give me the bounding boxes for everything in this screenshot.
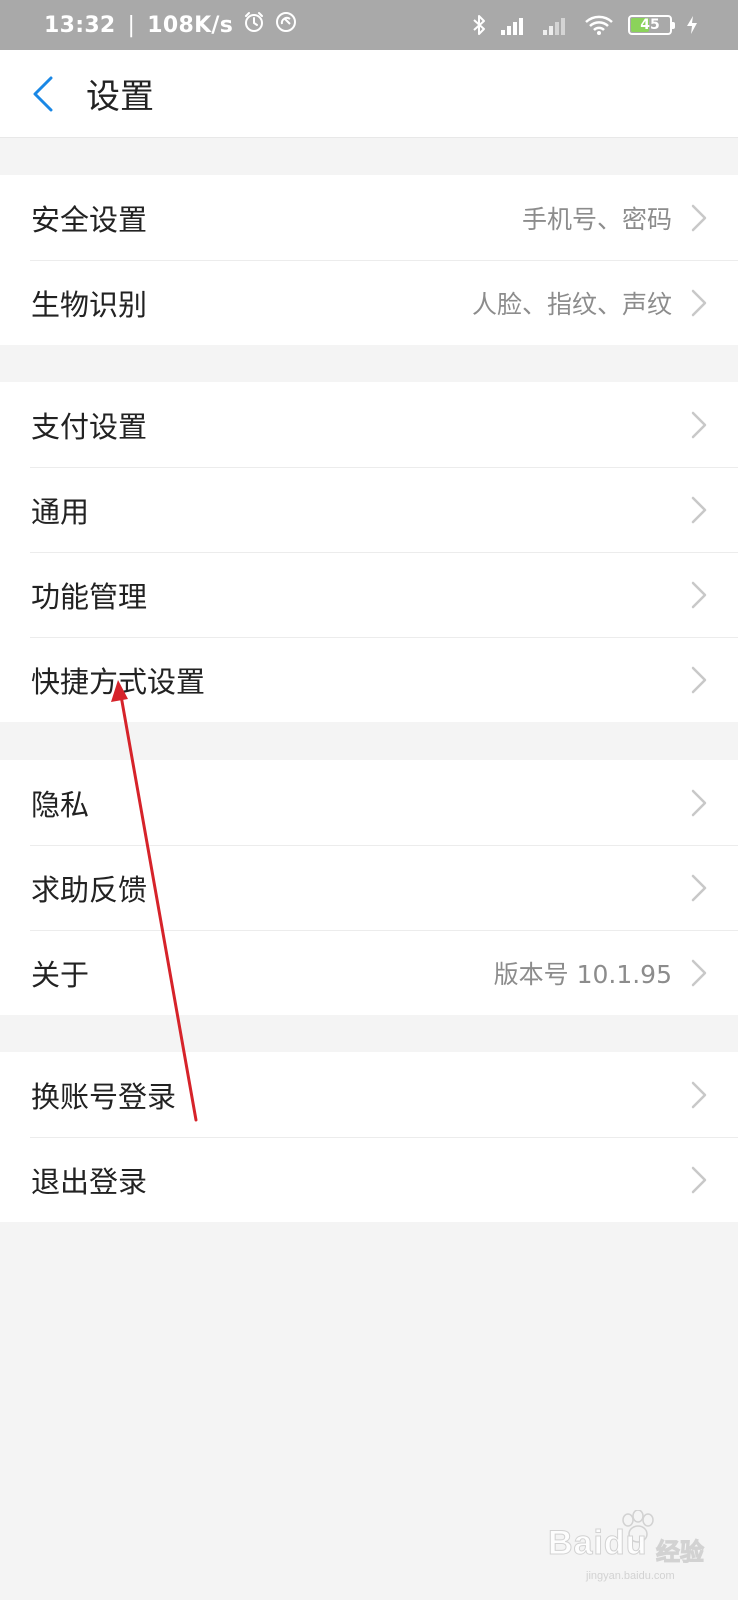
- status-left: 13:32 | 108K/s: [44, 11, 297, 39]
- back-button[interactable]: [8, 50, 78, 138]
- settings-row-biometrics[interactable]: 生物识别 人脸、指纹、声纹: [0, 260, 738, 345]
- row-label: 关于: [31, 957, 90, 992]
- row-label: 退出登录: [31, 1164, 148, 1199]
- chevron-left-icon: [33, 76, 53, 111]
- wifi-icon: [584, 14, 614, 36]
- chevron-right-icon: [690, 1165, 708, 1195]
- row-label: 快捷方式设置: [31, 664, 206, 699]
- signal-icon: [500, 14, 528, 36]
- row-label: 隐私: [31, 787, 90, 822]
- settings-group-account: 换账号登录 退出登录: [0, 1052, 738, 1222]
- watermark-suffix: 经验: [656, 1538, 705, 1567]
- page-title: 设置: [86, 77, 154, 117]
- status-time: 13:32: [44, 12, 116, 38]
- row-label: 安全设置: [31, 202, 148, 237]
- sync-icon: [275, 11, 297, 39]
- bluetooth-icon: [472, 13, 486, 37]
- baidu-watermark: Baidu 经验 jingyan.baidu.com: [548, 1510, 718, 1588]
- row-label: 求助反馈: [31, 872, 148, 907]
- row-value: 手机号、密码: [521, 204, 672, 234]
- signal-icon-secondary: [542, 14, 570, 36]
- watermark-url: jingyan.baidu.com: [586, 1570, 675, 1582]
- settings-row-general[interactable]: 通用: [0, 467, 738, 552]
- status-bar: 13:32 | 108K/s 45: [0, 0, 738, 50]
- row-value: 版本号 10.1.95: [493, 959, 672, 989]
- row-label: 支付设置: [31, 409, 148, 444]
- row-label: 生物识别: [31, 287, 148, 322]
- app-header: 设置: [0, 50, 738, 138]
- settings-group-info: 隐私 求助反馈 关于 版本号 10.1.95: [0, 760, 738, 1015]
- row-label: 功能管理: [31, 579, 148, 614]
- settings-row-privacy[interactable]: 隐私: [0, 760, 738, 845]
- chevron-right-icon: [690, 203, 708, 233]
- status-right: 45: [472, 13, 698, 37]
- chevron-right-icon: [690, 1080, 708, 1110]
- settings-row-feedback[interactable]: 求助反馈: [0, 845, 738, 930]
- chevron-right-icon: [690, 410, 708, 440]
- chevron-right-icon: [690, 873, 708, 903]
- chevron-right-icon: [690, 665, 708, 695]
- settings-row-about[interactable]: 关于 版本号 10.1.95: [0, 930, 738, 1015]
- settings-row-payment[interactable]: 支付设置: [0, 382, 738, 467]
- status-separator: |: [127, 12, 136, 38]
- settings-row-shortcut[interactable]: 快捷方式设置: [0, 637, 738, 722]
- chevron-right-icon: [690, 958, 708, 988]
- charging-icon: [686, 15, 698, 35]
- settings-row-security[interactable]: 安全设置 手机号、密码: [0, 175, 738, 260]
- status-network-speed: 108K/s: [147, 12, 234, 38]
- settings-row-switch-account[interactable]: 换账号登录: [0, 1052, 738, 1137]
- chevron-right-icon: [690, 788, 708, 818]
- battery-level: 45: [640, 17, 660, 33]
- settings-row-logout[interactable]: 退出登录: [0, 1137, 738, 1222]
- chevron-right-icon: [690, 288, 708, 318]
- settings-group-security: 安全设置 手机号、密码 生物识别 人脸、指纹、声纹: [0, 175, 738, 345]
- row-value: 人脸、指纹、声纹: [471, 289, 672, 319]
- row-label: 通用: [31, 494, 90, 529]
- settings-group-general: 支付设置 通用 功能管理 快捷方式设置: [0, 382, 738, 722]
- watermark-brand: Baidu: [548, 1524, 648, 1563]
- row-label: 换账号登录: [31, 1079, 177, 1114]
- chevron-right-icon: [690, 495, 708, 525]
- battery-icon: 45: [628, 15, 675, 35]
- chevron-right-icon: [690, 580, 708, 610]
- alarm-icon: [243, 11, 265, 39]
- settings-row-feature-management[interactable]: 功能管理: [0, 552, 738, 637]
